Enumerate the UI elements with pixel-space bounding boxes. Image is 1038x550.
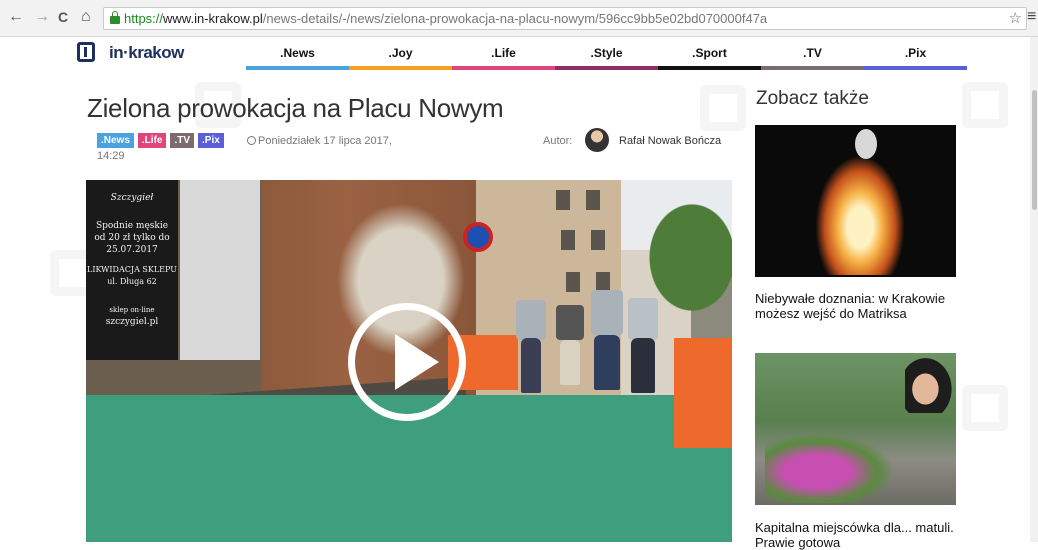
forward-icon[interactable]: → <box>34 8 50 26</box>
article-title: Zielona prowokacja na Placu Nowym <box>87 93 504 123</box>
logo-icon <box>77 42 95 62</box>
play-button[interactable] <box>348 303 466 421</box>
related-article-image[interactable] <box>755 353 956 505</box>
reload-icon[interactable]: C <box>58 8 68 26</box>
author-avatar[interactable] <box>585 128 609 152</box>
nav-item-pix[interactable]: .Pix <box>864 44 967 70</box>
video-scene-poster: Szczygieł Spodnie męskie od 20 zł tylko … <box>86 180 178 360</box>
nav-item-life[interactable]: .Life <box>452 44 555 70</box>
bookmark-star-icon[interactable]: ☆ <box>1009 8 1022 29</box>
related-image-flowers <box>765 433 895 503</box>
article-date-text: Poniedziałek 17 lipca 2017, <box>258 135 392 147</box>
video-scene-person <box>516 300 546 340</box>
video-scene-person <box>628 298 658 340</box>
tag-life[interactable]: .Life <box>137 133 167 148</box>
watermark-logo <box>962 82 1008 128</box>
browser-menu-icon[interactable]: ≡ <box>1027 8 1036 26</box>
video-scene-orange-block <box>674 338 732 448</box>
browser-toolbar: ← → C ⌂ https://www.in-krakow.pl/news-de… <box>0 0 1038 37</box>
url-host: www.in-krakow.pl <box>163 11 263 26</box>
nav-item-sport[interactable]: .Sport <box>658 44 761 70</box>
article-tags: .News .Life .TV .Pix <box>97 133 224 148</box>
article-date: Poniedziałek 17 lipca 2017, <box>247 135 392 147</box>
related-image-figure <box>855 129 877 159</box>
video-scene-poster-panel <box>180 180 260 360</box>
video-player[interactable]: Szczygieł Spodnie męskie od 20 zł tylko … <box>86 180 732 542</box>
video-scene-person <box>591 290 623 335</box>
logo-text: in·krakow <box>109 43 184 62</box>
related-image-flame <box>815 155 905 275</box>
video-scene-person <box>631 338 655 393</box>
address-bar[interactable]: https://www.in-krakow.pl/news-details/-/… <box>103 7 1027 30</box>
related-article-image[interactable] <box>755 125 956 277</box>
author-name[interactable]: Rafał Nowak Bończa <box>619 135 721 147</box>
url-scheme: https:// <box>124 11 164 26</box>
video-scene-person <box>594 335 620 390</box>
clock-icon <box>247 136 256 145</box>
nav-item-news[interactable]: .News <box>246 44 349 70</box>
video-scene-person <box>521 338 541 393</box>
nav-item-style[interactable]: .Style <box>555 44 658 70</box>
back-icon[interactable]: ← <box>8 8 24 26</box>
main-nav: .News .Joy .Life .Style .Sport .TV .Pix <box>246 44 967 70</box>
tag-news[interactable]: .News <box>97 133 134 148</box>
related-image-person <box>905 353 956 413</box>
author-label: Autor: <box>543 135 573 147</box>
video-scene-person <box>556 305 584 340</box>
lock-icon <box>110 11 120 24</box>
scrollbar-thumb[interactable] <box>1032 90 1037 210</box>
nav-item-joy[interactable]: .Joy <box>349 44 452 70</box>
sidebar-title: Zobacz także <box>756 88 869 109</box>
related-article-caption[interactable]: Kapitalna miejscówka dla... matuli. Praw… <box>755 520 960 550</box>
tag-tv[interactable]: .TV <box>170 133 195 148</box>
home-icon[interactable]: ⌂ <box>81 8 91 26</box>
video-scene-person <box>560 340 580 385</box>
tag-pix[interactable]: .Pix <box>198 133 224 148</box>
url-path: /news-details/-/news/zielona-prowokacja-… <box>262 11 768 26</box>
article-time: 14:29 <box>97 150 125 162</box>
related-article-caption[interactable]: Niebywałe doznania: w Krakowie możesz we… <box>755 291 960 321</box>
nav-item-tv[interactable]: .TV <box>761 44 864 70</box>
watermark-logo <box>962 385 1008 431</box>
watermark-logo <box>700 85 746 131</box>
